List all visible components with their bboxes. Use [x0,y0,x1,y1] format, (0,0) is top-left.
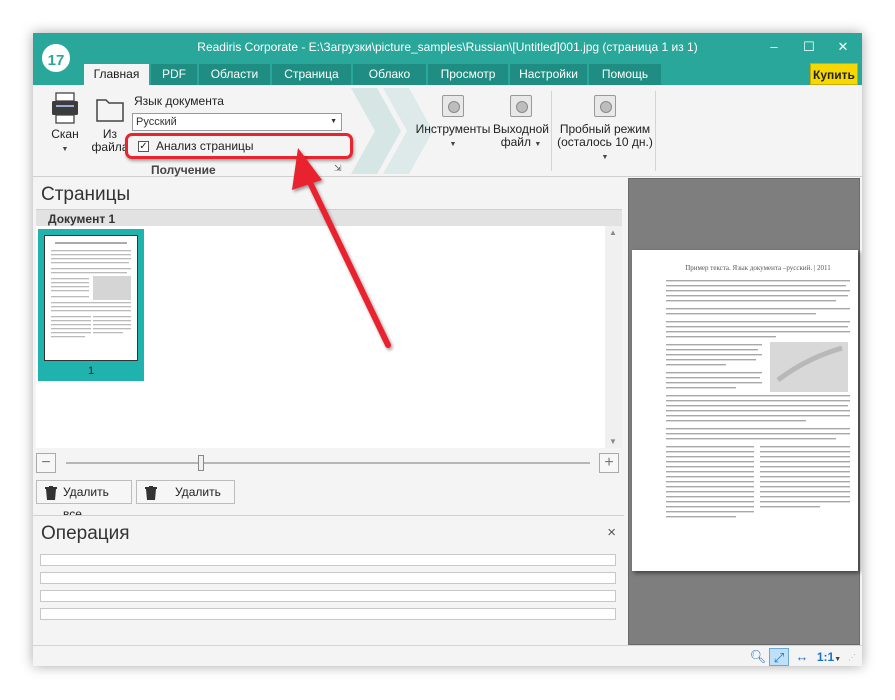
buy-button[interactable]: Купить [810,63,858,85]
preview-page: Пример текста. Язык документа –русский. … [632,250,858,571]
scroll-up-icon[interactable]: ▲ [609,228,617,237]
tab-help[interactable]: Помощь [589,64,661,85]
page-analysis-highlight: ✓ Анализ страницы [125,133,353,159]
zoom-in-button[interactable]: + [599,453,619,473]
delete-button[interactable]: Удалить [136,480,235,504]
page-thumbnail[interactable]: 1 [38,229,144,381]
zoom-bar: − + [36,450,622,476]
chevron-down-icon: ▼ [534,141,542,148]
zoom-slider-track[interactable] [66,462,590,464]
trial-label-2: (осталось 10 дн.) [557,135,653,149]
chevron-down-icon: ▼ [61,146,69,153]
tab-areas[interactable]: Области [199,64,270,85]
preview-text-lines [666,280,850,518]
output-file-button[interactable]: Выходной файл ▼ [491,95,551,151]
operation-progress-row [40,554,616,566]
readiris-logo: 17 [39,41,73,75]
window-title: Readiris Corporate - E:\Загрузки\picture… [197,40,698,54]
output-file-icon [510,95,532,117]
trash-icon [145,485,157,507]
thumbnail-content [51,242,131,338]
resize-grip-icon[interactable]: ⋰ [848,653,856,662]
zoom-slider-handle[interactable] [198,455,204,471]
readiris-window: Readiris Corporate - E:\Загрузки\picture… [33,33,862,666]
thumbnail-page [44,235,138,361]
zoom-icon[interactable]: 🔍︎ [749,648,767,666]
document-header: Документ 1 [36,209,622,226]
tab-home[interactable]: Главная [84,64,149,85]
scanner-icon [52,92,78,124]
operation-progress-row [40,572,616,584]
scroll-down-icon[interactable]: ▼ [609,437,617,446]
chevron-down-icon: ▼ [449,141,457,148]
tab-view[interactable]: Просмотр [428,64,508,85]
zoom-ratio[interactable]: 1:1▼ [815,648,843,666]
tab-page[interactable]: Страница [272,64,351,85]
fit-page-icon[interactable]: ⤢ [769,648,789,666]
trial-icon [594,95,616,117]
chevron-down-icon: ▼ [601,154,609,161]
from-file-button[interactable]: Из файла [90,91,130,154]
fit-width-icon[interactable]: ↔ [793,648,811,666]
title-bar: Readiris Corporate - E:\Загрузки\picture… [33,33,862,61]
scan-button[interactable]: Скан ▼ [45,91,85,156]
language-label: Язык документа [134,94,224,108]
ribbon-separator [551,91,552,171]
trial-mode-button[interactable]: Пробный режим (осталось 10 дн.) ▼ [555,95,655,164]
acquisition-group-label: Получение [151,163,216,177]
page-preview[interactable]: Пример текста. Язык документа –русский. … [628,178,860,645]
document-label: Документ 1 [48,212,116,226]
status-bar: 🔍︎ ⤢ ↔ 1:1▼ ⋰ [33,645,862,666]
operation-title: Операция [41,523,130,544]
thumbnail-scrollbar[interactable]: ▲ ▼ [605,226,622,448]
page-analysis-checkbox[interactable]: ✓ [138,141,149,152]
language-select[interactable]: Русский ▼ [132,113,342,131]
operation-progress-row [40,590,616,602]
pages-panel: Страницы Документ 1 1 ▲ ▼ − + Удалить вс… [33,178,624,521]
chevron-down-icon: ▼ [330,118,337,125]
page-analysis-label[interactable]: Анализ страницы [156,139,254,153]
page-number: 1 [87,365,95,377]
tab-settings[interactable]: Настройки [510,64,587,85]
delete-all-button[interactable]: Удалить все [36,480,132,521]
language-value: Русский [136,116,177,128]
operation-close-button[interactable]: × [607,524,616,541]
delete-label: Удалить [175,485,221,499]
operation-progress-row [40,608,616,620]
operation-panel: Операция × [33,515,624,666]
tools-icon [442,95,464,117]
folder-icon [96,99,124,122]
trash-icon [45,485,57,507]
pages-title: Страницы [41,184,131,205]
tab-pdf[interactable]: PDF [151,64,197,85]
ribbon-tabs: Главная PDF Области Страница Облако Прос… [33,61,862,85]
output-label-2: файл [500,135,531,149]
scan-label: Скан [51,127,79,141]
from-file-label-2: файла [91,140,129,154]
tools-label: Инструменты [415,122,491,136]
ribbon: Скан ▼ Из файла Язык документа Русский ▼… [33,85,862,177]
dialog-launcher-icon[interactable]: ⇲ [334,163,342,174]
minimize-button[interactable]: – [760,37,788,57]
maximize-button[interactable]: ☐ [795,37,823,57]
thumbnail-area: 1 [36,226,605,448]
close-button[interactable]: ✕ [829,37,857,57]
ribbon-separator [655,91,656,171]
tools-button[interactable]: Инструменты ▼ [415,95,491,151]
tab-cloud[interactable]: Облако [353,64,426,85]
zoom-out-button[interactable]: − [36,453,56,473]
